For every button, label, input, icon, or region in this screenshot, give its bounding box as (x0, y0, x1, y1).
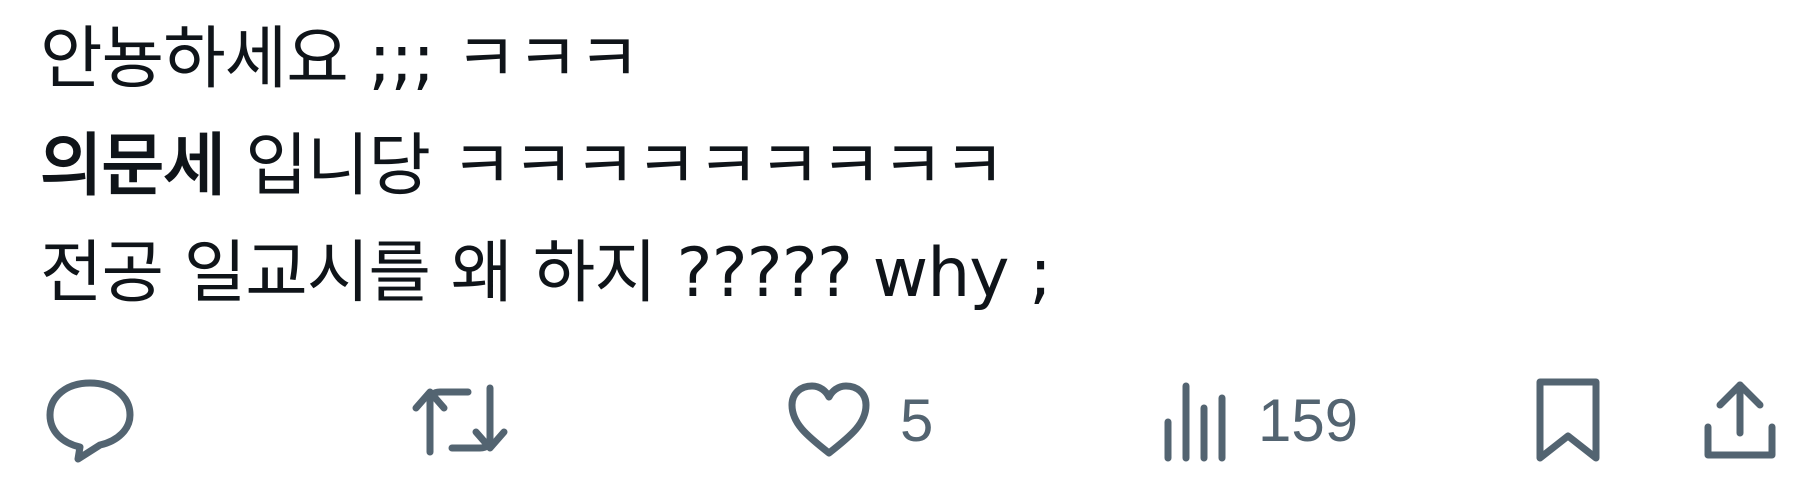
views-icon (1158, 376, 1230, 464)
tweet-line-2: 의문세 입니당 ㅋㅋㅋㅋㅋㅋㅋㅋㅋ (40, 113, 1740, 220)
tweet-text: 안뇽하세요 ;;; ㅋㅋㅋ 의문세 입니당 ㅋㅋㅋㅋㅋㅋㅋㅋㅋ 전공 일교시를 … (40, 6, 1740, 327)
share-icon (1700, 377, 1780, 463)
like-button[interactable]: 5 (786, 370, 933, 470)
retweet-button[interactable] (410, 370, 510, 470)
views-button[interactable]: 159 (1158, 370, 1358, 470)
retweet-icon (410, 380, 510, 460)
reply-button[interactable] (44, 370, 136, 470)
tweet-line-1: 안뇽하세요 ;;; ㅋㅋㅋ (40, 20, 640, 99)
bookmark-icon (1532, 374, 1604, 466)
views-count: 159 (1258, 386, 1359, 454)
share-button[interactable] (1700, 370, 1780, 470)
tweet-line-2-rest: 입니당 ㅋㅋㅋㅋㅋㅋㅋㅋㅋ (224, 127, 1005, 206)
tweet-bold-text: 의문세 (40, 127, 226, 206)
like-count: 5 (900, 386, 934, 454)
heart-icon (786, 381, 872, 459)
reply-icon (44, 377, 136, 463)
tweet-line-3: 전공 일교시를 왜 하지 ????? why ; (40, 234, 1052, 313)
bookmark-button[interactable] (1532, 370, 1604, 470)
tweet-action-bar: 5 159 (0, 370, 1800, 470)
